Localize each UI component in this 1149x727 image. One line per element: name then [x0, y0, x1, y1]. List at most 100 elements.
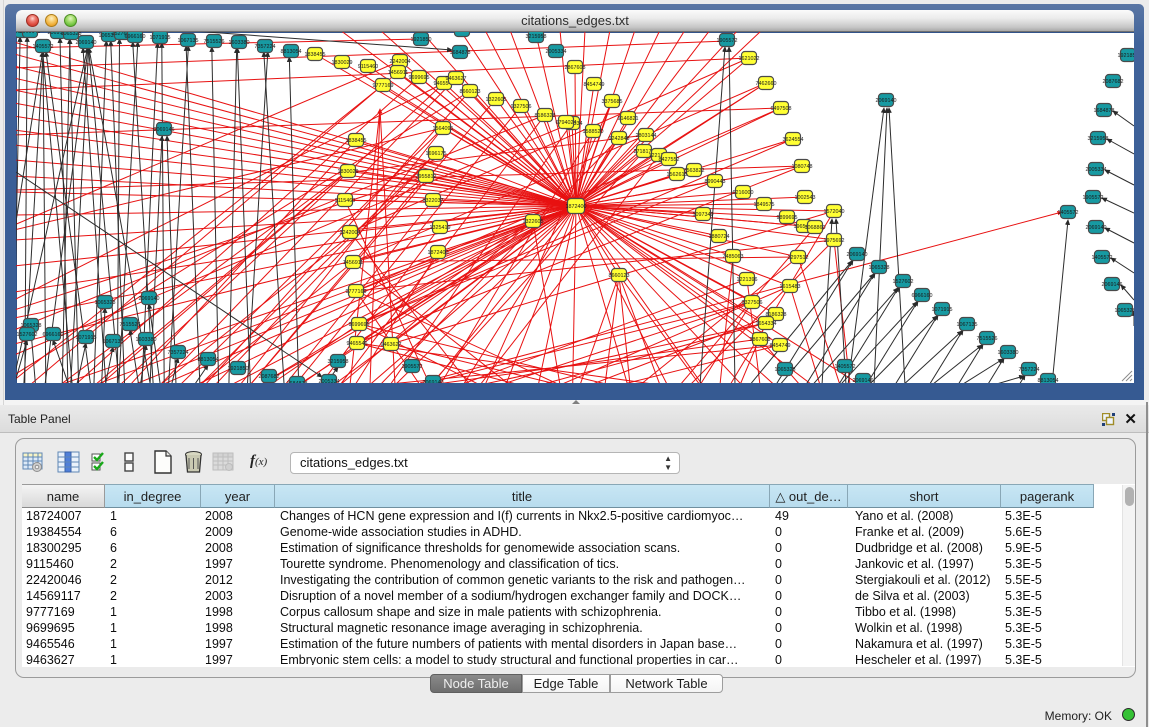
svg-text:2242004: 2242004: [390, 59, 411, 65]
svg-text:1071915: 1071915: [932, 307, 953, 313]
svg-text:2069140: 2069140: [423, 380, 444, 383]
svg-text:3215958: 3215958: [1088, 136, 1109, 142]
svg-text:1872400: 1872400: [428, 250, 449, 256]
svg-text:1325419: 1325419: [430, 225, 451, 231]
svg-text:2069140: 2069140: [1086, 225, 1107, 231]
svg-text:6966160: 6966160: [125, 34, 146, 40]
svg-text:1615483: 1615483: [780, 284, 801, 290]
svg-text:6794024: 6794024: [556, 120, 577, 126]
svg-text:1562615: 1562615: [667, 172, 688, 178]
svg-text:3375685: 3375685: [602, 99, 623, 105]
svg-text:1975692: 1975692: [824, 238, 845, 244]
svg-text:1527602: 1527602: [17, 332, 38, 338]
svg-text:2069140: 2069140: [847, 252, 868, 258]
svg-text:1849575: 1849575: [754, 202, 775, 208]
svg-text:9463627: 9463627: [446, 76, 467, 82]
svg-text:1065328: 1065328: [1115, 308, 1135, 314]
svg-text:1654334: 1654334: [756, 321, 777, 327]
svg-text:1067135: 1067135: [178, 38, 199, 44]
svg-text:1065328: 1065328: [61, 32, 82, 37]
svg-text:2069140: 2069140: [139, 296, 160, 302]
svg-text:1405572: 1405572: [1058, 210, 1079, 216]
svg-text:9146821: 9146821: [618, 116, 639, 122]
svg-text:1603380: 1603380: [136, 337, 157, 343]
svg-text:1921850: 1921850: [1118, 53, 1135, 59]
svg-text:2069146: 2069146: [853, 378, 874, 383]
svg-text:1065328: 1065328: [775, 367, 796, 373]
svg-text:1905572: 1905572: [717, 38, 738, 44]
svg-text:2069140: 2069140: [20, 32, 41, 35]
svg-text:1456911: 1456911: [388, 70, 409, 76]
svg-text:8660123: 8660123: [609, 273, 630, 279]
svg-text:1921850: 1921850: [411, 37, 432, 43]
svg-text:1572040: 1572040: [824, 209, 845, 215]
svg-text:7515526: 7515526: [204, 39, 225, 45]
svg-text:9699695: 9699695: [349, 322, 370, 328]
svg-text:9777169: 9777169: [373, 83, 394, 89]
svg-text:8813054: 8813054: [1038, 378, 1059, 383]
svg-text:1065328: 1065328: [95, 300, 116, 306]
svg-text:6966160: 6966160: [912, 293, 933, 299]
svg-text:8427552: 8427552: [659, 157, 680, 163]
svg-text:7357224: 7357224: [168, 350, 189, 356]
svg-text:3624554: 3624554: [783, 137, 804, 143]
svg-text:2803144: 2803144: [636, 133, 657, 139]
svg-text:9327506: 9327506: [742, 300, 763, 306]
svg-text:7515526: 7515526: [120, 322, 141, 328]
svg-text:1405572: 1405572: [835, 364, 856, 370]
svg-text:2005334: 2005334: [1086, 167, 1107, 173]
svg-text:1456911: 1456911: [343, 260, 364, 266]
svg-text:1067135: 1067135: [957, 322, 978, 328]
svg-text:2087682: 2087682: [1103, 79, 1124, 85]
svg-text:2005334: 2005334: [546, 49, 567, 55]
svg-text:9465546: 9465546: [347, 341, 368, 347]
svg-text:1684878: 1684878: [450, 50, 471, 56]
svg-text:1322605: 1322605: [486, 97, 507, 103]
svg-text:9699695: 9699695: [409, 75, 430, 81]
svg-text:1527602: 1527602: [893, 279, 914, 285]
svg-text:1905572: 1905572: [1083, 195, 1104, 201]
svg-text:1830029: 1830029: [332, 60, 353, 66]
svg-text:2069140: 2069140: [76, 40, 97, 46]
svg-text:9899695: 9899695: [777, 215, 798, 221]
svg-text:6216000: 6216000: [733, 190, 754, 196]
svg-text:2867608: 2867608: [750, 337, 771, 343]
svg-text:1080748: 1080748: [792, 164, 813, 170]
svg-text:9242848: 9242848: [609, 136, 630, 142]
svg-text:8813054: 8813054: [198, 357, 219, 363]
svg-text:9115460: 9115460: [335, 198, 356, 204]
svg-text:8660123: 8660123: [460, 89, 481, 95]
svg-text:1905572: 1905572: [402, 364, 423, 370]
svg-text:1405572: 1405572: [33, 44, 54, 50]
svg-text:8454749: 8454749: [770, 343, 791, 349]
svg-text:1071915: 1071915: [76, 335, 97, 341]
svg-text:1297512: 1297512: [788, 255, 809, 261]
svg-text:1603380: 1603380: [998, 350, 1019, 356]
svg-text:1830029: 1830029: [338, 169, 359, 175]
svg-text:8454749: 8454749: [584, 82, 605, 88]
svg-text:7485063: 7485063: [723, 254, 744, 260]
svg-text:7955812: 7955812: [416, 174, 437, 180]
svg-text:1405572: 1405572: [1092, 255, 1113, 261]
svg-text:9327506: 9327506: [511, 104, 532, 110]
svg-text:2005334: 2005334: [319, 379, 340, 383]
svg-text:6966160: 6966160: [43, 332, 64, 338]
svg-text:7515526: 7515526: [977, 336, 998, 342]
svg-text:2069140: 2069140: [876, 98, 897, 104]
svg-text:1872400: 1872400: [566, 204, 587, 210]
svg-text:1838455: 1838455: [305, 52, 326, 58]
svg-text:2087682: 2087682: [452, 32, 473, 34]
svg-text:1603380: 1603380: [229, 40, 250, 46]
svg-text:6497508: 6497508: [771, 106, 792, 112]
svg-text:2867608: 2867608: [565, 65, 586, 71]
svg-text:1696175: 1696175: [426, 151, 447, 157]
svg-text:1880724: 1880724: [709, 234, 730, 240]
svg-text:3215958: 3215958: [526, 34, 547, 40]
svg-text:1097349: 1097349: [693, 212, 714, 218]
svg-text:1921850: 1921850: [228, 366, 249, 372]
svg-text:1588520: 1588520: [583, 129, 604, 135]
svg-text:7357224: 7357224: [1019, 367, 1040, 373]
svg-text:1322605: 1322605: [523, 219, 544, 225]
svg-text:9777169: 9777169: [346, 289, 367, 295]
svg-text:1221396: 1221396: [737, 277, 758, 283]
